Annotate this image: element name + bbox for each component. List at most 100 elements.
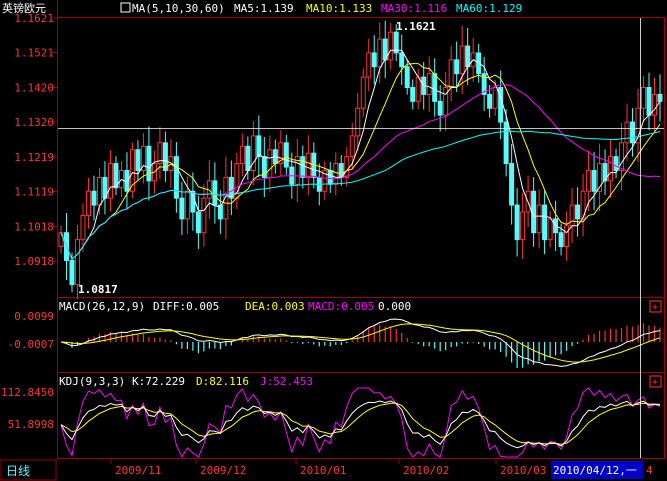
candle-body bbox=[564, 225, 570, 248]
candle-body bbox=[487, 93, 493, 109]
candle-body bbox=[256, 135, 262, 158]
candle-body bbox=[300, 156, 306, 178]
candle-body bbox=[443, 87, 449, 116]
candle-body bbox=[410, 87, 416, 102]
main-tick-label: 1.0918 bbox=[14, 255, 54, 268]
candle-body bbox=[426, 73, 432, 95]
kdj-add-icon: + bbox=[652, 377, 658, 388]
kdj-j-value: J:52.453 bbox=[260, 375, 313, 388]
candle-body bbox=[448, 59, 454, 89]
ma30-value: MA30:1.116 bbox=[381, 2, 447, 15]
candle-body bbox=[344, 156, 350, 178]
macd-add-icon: + bbox=[652, 302, 658, 313]
cursor-date-suffix: 4 bbox=[646, 464, 653, 477]
candle-body bbox=[58, 232, 64, 248]
candle-body bbox=[575, 204, 581, 220]
candle-body bbox=[432, 73, 438, 102]
candle-body bbox=[415, 76, 421, 102]
candle-body bbox=[657, 93, 663, 102]
candle-body bbox=[124, 169, 130, 192]
candle-body bbox=[135, 149, 141, 171]
candle-body bbox=[652, 93, 658, 116]
x-axis-label: 2009/11 bbox=[115, 464, 161, 477]
kdj-lines bbox=[60, 387, 661, 459]
candle-body bbox=[536, 204, 542, 234]
candle-body bbox=[509, 163, 515, 206]
main-tick-label: 1.1018 bbox=[14, 221, 54, 234]
ma10-value: MA10:1.133 bbox=[306, 2, 372, 15]
candle-body bbox=[520, 211, 526, 241]
candle-body bbox=[173, 156, 179, 199]
period-tab-label: 日线 bbox=[6, 464, 30, 478]
main-tick-label: 1.1621 bbox=[14, 12, 54, 25]
macd-lines bbox=[60, 318, 661, 367]
candle-body bbox=[459, 45, 465, 75]
candle-body bbox=[245, 145, 251, 171]
macd-diff-line bbox=[60, 318, 661, 367]
candle-body bbox=[333, 163, 339, 185]
main-tick-label: 1.1320 bbox=[14, 116, 54, 129]
candle-body bbox=[179, 197, 185, 220]
candle-body bbox=[69, 259, 75, 286]
candle-body bbox=[558, 232, 564, 248]
ma-toggle-icon[interactable] bbox=[120, 2, 131, 13]
candle-body bbox=[630, 121, 636, 144]
candle-body bbox=[80, 214, 86, 241]
candle-body bbox=[465, 45, 471, 68]
kdj-indicator-label: KDJ(9,3,3) bbox=[59, 375, 125, 388]
main-y-axis: 1.1621 1.1521 1.1420 1.1320 1.1219 1.1119 1.10… bbox=[14, 12, 57, 268]
macd-diff-value: DIFF:0.005 bbox=[153, 300, 219, 313]
kdj-k-value: K:72.229 bbox=[132, 375, 185, 388]
x-axis-label: 2010/02 bbox=[403, 464, 449, 477]
macd-dea-value: DEA:0.003 bbox=[245, 300, 305, 313]
kdj-tick-top: 112.8450 bbox=[1, 386, 54, 399]
x-axis-label: 2009/12 bbox=[200, 464, 246, 477]
candle-body bbox=[492, 87, 498, 109]
forex-chart: 英镑欧元 MA(5,10,30,60) MA5:1.139 MA10:1.133… bbox=[0, 0, 667, 481]
candle-body bbox=[646, 87, 652, 116]
candle-body bbox=[613, 156, 619, 171]
candle-body bbox=[360, 76, 366, 109]
candle-body bbox=[366, 52, 372, 78]
candle-body bbox=[355, 107, 361, 137]
ma5-value: MA5:1.139 bbox=[234, 2, 294, 15]
macd-extra-value: 0.000 bbox=[378, 300, 411, 313]
macd-indicator-label: MACD(26,12,9) bbox=[59, 300, 145, 313]
candlestick-series bbox=[58, 20, 663, 300]
candle-body bbox=[404, 66, 410, 88]
macd-tick-top: 0.0099 bbox=[14, 310, 54, 323]
candle-body bbox=[190, 190, 196, 213]
candle-body bbox=[305, 152, 311, 178]
candle-body bbox=[454, 59, 460, 75]
cursor-date-label: 2010/04/12,一 bbox=[553, 464, 637, 477]
candle-body bbox=[184, 190, 190, 220]
kdj-tick-bottom: 51.8998 bbox=[8, 418, 54, 431]
candle-body bbox=[91, 190, 97, 206]
candle-body bbox=[107, 163, 113, 199]
candle-body bbox=[586, 169, 592, 192]
low-price-label: 1.0817 bbox=[78, 283, 118, 296]
main-tick-label: 1.1219 bbox=[14, 151, 54, 164]
candle-body bbox=[283, 142, 289, 168]
candle-body bbox=[542, 204, 548, 241]
macd-tick-bottom: -0.0007 bbox=[8, 338, 54, 351]
candle-body bbox=[514, 204, 520, 241]
macd-macd-value: MACD:0.005 bbox=[308, 300, 374, 313]
main-tick-label: 1.1119 bbox=[14, 186, 54, 199]
candle-body bbox=[239, 145, 245, 165]
candle-body bbox=[85, 190, 91, 216]
candle-body bbox=[195, 211, 201, 234]
kdj-d-value: D:82.116 bbox=[196, 375, 249, 388]
candle-body bbox=[641, 87, 647, 109]
candle-body bbox=[377, 38, 383, 68]
candle-body bbox=[569, 204, 575, 227]
candle-body bbox=[608, 156, 614, 182]
candle-body bbox=[619, 142, 625, 171]
candle-body bbox=[96, 176, 102, 206]
candle-body bbox=[591, 169, 597, 192]
candle-body bbox=[267, 149, 273, 178]
candle-body bbox=[349, 135, 355, 158]
candle-body bbox=[327, 169, 333, 185]
candle-body bbox=[146, 145, 152, 182]
high-price-label: 1.1621 bbox=[396, 20, 436, 33]
